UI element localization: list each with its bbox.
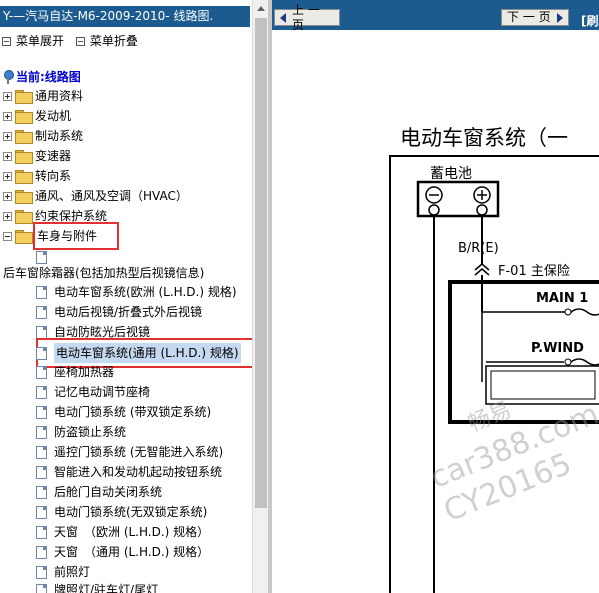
tree-doc-item[interactable]: 智能进入和发动机起动按钮系统	[36, 462, 222, 482]
tree-category[interactable]: 通风、通风及空调（HVAC）	[3, 186, 188, 206]
tree-doc-item[interactable]: 前照灯	[36, 562, 90, 582]
tree-doc-item[interactable]: 记忆电动调节座椅	[36, 382, 150, 402]
tree-category[interactable]: 发动机	[3, 106, 71, 126]
fuse-main-label: MAIN 1	[536, 291, 588, 306]
connector-icon	[474, 263, 490, 276]
tree-category[interactable]: 变速器	[3, 146, 71, 166]
fuse-box-label: F-01 主保险	[498, 264, 570, 279]
fuse-symbol-main	[570, 308, 599, 316]
tree-doc-item[interactable]: 电动门锁系统(无双锁定系统)	[36, 502, 207, 522]
document-icon	[36, 445, 47, 459]
tree-doc-item[interactable]: 天窗 （欧洲 (L.H.D.) 规格）	[36, 522, 209, 542]
document-title-bar: Y-—汽马自达-M6-2009-2010- 线路图.	[0, 6, 250, 27]
tree-orphan-item[interactable]: 后车窗除霜器(包括加热型后视镜信息)	[3, 263, 204, 283]
current-location: 当前:线路图	[3, 68, 81, 86]
document-icon	[36, 285, 47, 299]
tree-category[interactable]: 通用资料	[3, 86, 83, 106]
document-icon	[36, 525, 47, 539]
collapse-menu-button[interactable]: 菜单折叠	[75, 32, 138, 50]
tree-doc-item[interactable]: 电动门锁系统 (带双锁定系统)	[36, 402, 211, 422]
fuse-inner-box	[485, 365, 599, 405]
tree-doc-item[interactable]: 牌照灯/驻车灯/尾灯	[36, 580, 158, 593]
folder-icon	[15, 190, 33, 204]
wiring-diagram: 电动车窗系统（一 蓄电池 B/R(E) F-01 主保险 MAIN 1 P.WI…	[389, 126, 599, 593]
expand-plus-icon[interactable]	[3, 151, 12, 161]
fuse-symbol-pwind	[570, 358, 599, 366]
document-icon	[36, 425, 47, 439]
tree-category[interactable]: 转向系	[3, 166, 71, 186]
tree-category-label-highlighted: 车身与附件	[32, 222, 120, 250]
scrollbar-thumb[interactable]	[255, 18, 267, 508]
prev-page-button[interactable]: 上 一 页	[274, 3, 340, 32]
location-pin-icon	[3, 70, 14, 84]
document-icon	[36, 583, 47, 593]
expand-plus-icon[interactable]	[3, 91, 12, 101]
expand-plus-icon[interactable]	[3, 171, 12, 181]
tree-doc-item[interactable]: 天窗 （通用 (L.H.D.) 规格）	[36, 542, 209, 562]
document-title: Y-—汽马自达-M6-2009-2010- 线路图.	[3, 9, 214, 23]
tree-doc-item[interactable]: 座椅加热器	[36, 362, 114, 382]
folder-icon	[15, 210, 33, 224]
tree-doc-item[interactable]: 自动防眩光后视镜	[36, 322, 150, 342]
page-toolbar: 上 一 页 下 一 页 [刷	[272, 0, 599, 32]
arrow-left-icon	[280, 12, 286, 23]
document-icon	[36, 346, 47, 360]
tree-category[interactable]: 制动系统	[3, 126, 83, 146]
arrow-right-icon	[556, 12, 563, 23]
document-icon	[36, 305, 47, 319]
folder-icon	[15, 150, 33, 164]
document-icon	[36, 385, 47, 399]
document-icon	[36, 505, 47, 519]
expand-icon	[2, 36, 11, 46]
collapse-minus-icon[interactable]	[3, 231, 12, 241]
document-icon	[36, 565, 47, 579]
menu-controls: 菜单展开 菜单折叠	[2, 32, 146, 50]
folder-icon	[15, 90, 33, 104]
document-icon	[36, 405, 47, 419]
battery-label: 蓄电池	[430, 166, 472, 182]
tree-category[interactable]: 约束保护系统	[3, 206, 107, 226]
document-icon	[36, 250, 47, 264]
fuse-pwind-label: P.WIND	[531, 341, 584, 356]
refresh-link[interactable]: [刷	[581, 12, 599, 29]
diagram-border	[389, 155, 599, 593]
expand-menu-button[interactable]: 菜单展开	[2, 32, 64, 50]
tree-category-body-accessories[interactable]: 车身与附件	[3, 222, 120, 250]
content-pane: 上 一 页 下 一 页 [刷 电动车窗系统（一 蓄电池 B/R(E) F-01 …	[272, 0, 599, 593]
document-icon	[36, 325, 47, 339]
scroll-up-arrow-icon[interactable]	[253, 0, 268, 16]
document-icon	[36, 545, 47, 559]
tree-doc-item[interactable]: 电动后视镜/折叠式外后视镜	[36, 302, 202, 322]
expand-plus-icon[interactable]	[3, 111, 12, 121]
folder-icon	[15, 130, 33, 144]
collapse-icon	[75, 36, 85, 46]
expand-plus-icon[interactable]	[3, 211, 12, 221]
folder-icon	[15, 110, 33, 124]
document-icon	[36, 485, 47, 499]
wire-color-label: B/R(E)	[458, 241, 499, 256]
document-icon	[36, 365, 47, 379]
navigation-pane: Y-—汽马自达-M6-2009-2010- 线路图. 菜单展开 菜单折叠 当前:…	[0, 0, 268, 593]
diagram-title: 电动车窗系统（一	[400, 126, 568, 150]
next-page-button[interactable]: 下 一 页	[501, 9, 569, 26]
expand-plus-icon[interactable]	[3, 131, 12, 141]
tree-doc-item[interactable]: 后舱门自动关闭系统	[36, 482, 162, 502]
expand-plus-icon[interactable]	[3, 191, 12, 201]
folder-open-icon	[15, 230, 33, 244]
tree-doc-item[interactable]: 遥控门锁系统 (无智能进入系统)	[36, 442, 223, 462]
tree-doc-item[interactable]: 电动车窗系统(欧洲 (L.H.D.) 规格)	[36, 282, 237, 302]
folder-icon	[15, 170, 33, 184]
tree-doc-item[interactable]: 防盗锁止系统	[36, 422, 126, 442]
vertical-scrollbar[interactable]	[252, 0, 268, 593]
document-icon	[36, 465, 47, 479]
